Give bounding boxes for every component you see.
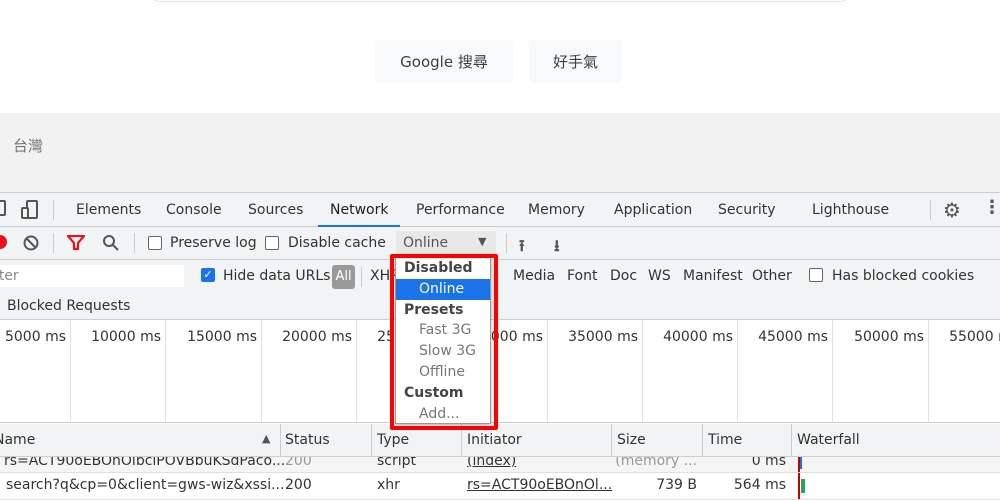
filter-icon[interactable]: [65, 234, 87, 251]
waterfall-bar: [801, 479, 805, 493]
filter-type-doc[interactable]: Doc: [610, 268, 637, 284]
cell-type: script: [377, 457, 417, 469]
filter-type-ws[interactable]: WS: [648, 268, 671, 284]
tab-network[interactable]: Network: [318, 193, 401, 227]
overview-tick-label: 15000 ms: [187, 329, 257, 345]
record-icon[interactable]: [0, 235, 7, 249]
cell-type: xhr: [377, 477, 400, 493]
cell-initiator[interactable]: rs=ACT90oEBOnOl...: [467, 477, 612, 493]
cell-name: rs=ACT90oEBOnOlbclPOVBbuKSdPaco...: [4, 457, 286, 469]
device-toggle-icon[interactable]: [21, 200, 39, 220]
has-blocked-cookies-checkbox[interactable]: [809, 268, 823, 282]
tab-performance[interactable]: Performance: [416, 193, 505, 227]
tab-elements[interactable]: Elements: [76, 193, 141, 227]
hide-data-urls-checkbox[interactable]: ✓: [201, 268, 215, 282]
blocked-requests-row: Blocked Requests: [0, 293, 1000, 320]
google-search-button[interactable]: Google 搜尋: [375, 40, 513, 83]
overview-tick-label: 5000 ms: [4, 329, 66, 345]
filter-input[interactable]: Filter: [0, 265, 184, 287]
filter-type-all[interactable]: All: [332, 265, 355, 289]
waterfall-bar: [800, 457, 802, 469]
table-row[interactable]: rs=ACT90oEBOnOlbclPOVBbuKSdPaco... 200 scr…: [0, 457, 1000, 473]
export-har-icon[interactable]: ⭳: [554, 235, 560, 262]
disable-cache-checkbox[interactable]: [265, 236, 279, 250]
table-row[interactable]: search?q&cp=0&client=gws-wiz&xssi... 200 x…: [0, 473, 1000, 500]
filter-row: Filter ✓ Hide data URLs All XHRMediaFont…: [0, 260, 1000, 293]
tab-sources[interactable]: Sources: [248, 193, 303, 227]
filter-placeholder: Filter: [0, 268, 19, 284]
filter-type-media[interactable]: Media: [513, 268, 555, 284]
tab-lighthouse[interactable]: Lighthouse: [812, 193, 889, 227]
cell-size: 739 B: [656, 477, 697, 493]
throttle-select[interactable]: Online ▼: [396, 231, 496, 255]
column-header-status[interactable]: Status: [285, 424, 330, 457]
column-header-name[interactable]: Name: [0, 424, 35, 457]
overview-tick-label: 45000 ms: [758, 329, 828, 345]
more-options-icon[interactable]: ⋮: [983, 197, 1000, 218]
clear-icon[interactable]: [23, 235, 39, 251]
inspect-icon[interactable]: [0, 200, 6, 216]
overview-tick-label: 55000 ms: [949, 329, 1000, 345]
settings-gear-icon[interactable]: ⚙: [943, 198, 961, 222]
cell-time: 564 ms: [733, 477, 786, 493]
lucky-button[interactable]: 好手氣: [529, 40, 622, 83]
region-label: 台灣: [13, 137, 44, 155]
cell-initiator[interactable]: (index): [467, 457, 516, 469]
search-icon[interactable]: [102, 234, 120, 252]
column-header-waterfall[interactable]: Waterfall: [797, 424, 860, 457]
preserve-log-label: Preserve log: [170, 235, 257, 251]
search-box[interactable]: [145, 0, 855, 2]
cell-name: search?q&cp=0&client=gws-wiz&xssi...: [6, 477, 285, 493]
tab-console[interactable]: Console: [166, 193, 222, 227]
devtools-tab-bar: Elements Console Sources Network Performance…: [0, 192, 1000, 227]
tab-application[interactable]: Application: [614, 193, 692, 227]
waterfall-marker: [798, 473, 800, 499]
import-har-icon[interactable]: ⭱: [519, 235, 525, 262]
highlight-box: [390, 254, 498, 430]
column-header-size[interactable]: Size: [617, 424, 646, 457]
filter-type-manifest[interactable]: Manifest: [683, 268, 743, 284]
overview-gridline: [165, 320, 166, 423]
cell-time: 0 ms: [751, 457, 786, 469]
network-overview[interactable]: 5000 ms10000 ms15000 ms20000 ms25000 ms3…: [0, 320, 1000, 423]
filter-type-font[interactable]: Font: [567, 268, 597, 284]
filter-type-other[interactable]: Other: [752, 268, 792, 284]
throttle-value: Online: [403, 235, 449, 251]
preserve-log-checkbox[interactable]: [148, 236, 162, 250]
tab-security[interactable]: Security: [718, 193, 776, 227]
overview-tick-label: 35000 ms: [568, 329, 638, 345]
overview-tick-label: 40000 ms: [663, 329, 733, 345]
sort-ascending-icon: ▲: [262, 432, 271, 445]
overview-tick-label: 50000 ms: [854, 329, 924, 345]
column-header-time[interactable]: Time: [708, 424, 742, 457]
has-blocked-cookies-label: Has blocked cookies: [832, 268, 975, 284]
blocked-requests-label[interactable]: Blocked Requests: [7, 298, 130, 314]
footer-band: 台灣: [0, 113, 1000, 192]
requests-table-header: NameStatusTypeInitiatorSizeTimeWaterfall…: [0, 424, 1000, 500]
cell-size: (memory ...: [615, 457, 697, 469]
overview-tick-label: 20000 ms: [282, 329, 352, 345]
dropdown-arrow-icon: ▼: [478, 235, 487, 248]
tab-memory[interactable]: Memory: [528, 193, 585, 227]
overview-gridline: [832, 320, 833, 423]
disable-cache-label: Disable cache: [288, 235, 386, 251]
hide-data-urls-label: Hide data URLs: [223, 268, 331, 284]
cell-status: 200: [285, 457, 312, 469]
network-toolbar: Preserve log Disable cache Online ▼ ⭱ ⭳: [0, 227, 1000, 260]
cell-status: 200: [285, 477, 312, 493]
overview-tick-label: 10000 ms: [91, 329, 161, 345]
